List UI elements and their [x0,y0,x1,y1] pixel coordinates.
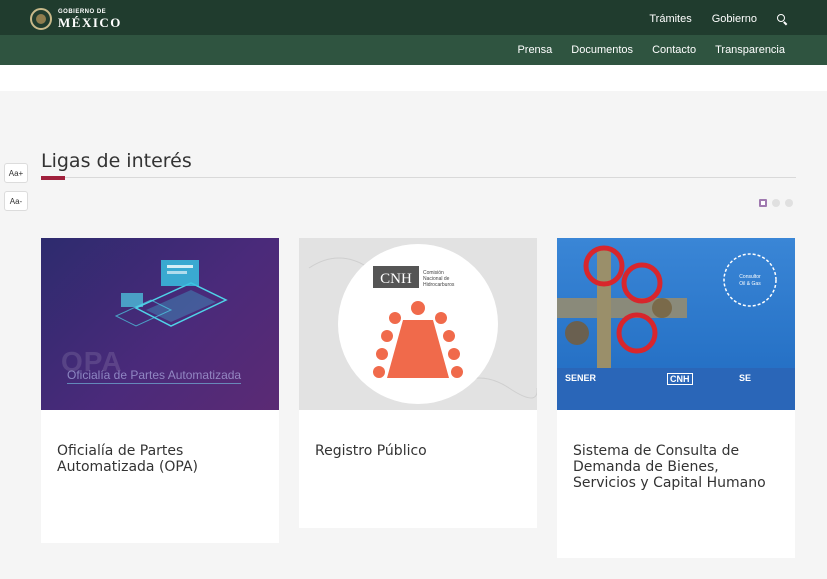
title-divider [41,177,796,178]
section-title: Ligas de interés [41,150,192,172]
sub-nav: Prensa Documentos Contacto Transparencia [517,44,785,56]
carousel-dot-2[interactable] [772,199,780,207]
seal-icon [30,8,52,30]
card-sistema-consulta[interactable]: Consultor Oil & Gas SENER CNH SE Sistema… [557,238,795,558]
consultor-badge-text-2: Oil & Gas [739,281,761,287]
nav-link-contacto[interactable]: Contacto [652,44,696,56]
font-increase-button[interactable]: Aa+ [4,163,28,183]
card-image-opa: OPA Oficialía de Partes Automatizada [41,238,279,410]
card-title-sistema-consulta[interactable]: Sistema de Consulta de Demanda de Bienes… [573,443,779,491]
nav-link-tramites[interactable]: Trámites [649,13,691,25]
card-opa[interactable]: OPA Oficialía de Partes Automatizada Ofi… [41,238,279,543]
search-icon[interactable] [777,14,787,24]
logo-big-text: MÉXICO [58,15,122,30]
card-image-cnh: CNH Comisión Nacional de Hidrocarburos [299,238,537,410]
carousel-dot-3[interactable] [785,199,793,207]
consultor-badge-text: Consultor [739,274,761,280]
opa-image-caption: Oficialía de Partes Automatizada [67,368,242,384]
card-image-sener: Consultor Oil & Gas SENER CNH SE [557,238,795,410]
nav-link-gobierno[interactable]: Gobierno [712,13,757,25]
carousel-dot-1[interactable] [759,199,767,207]
computer-illustration-icon [114,260,228,327]
se-logo-text: SE [739,373,752,383]
nav-link-documentos[interactable]: Documentos [571,44,633,56]
nav-link-transparencia[interactable]: Transparencia [715,44,785,56]
top-nav: Trámites Gobierno [649,13,787,25]
title-accent-bar [41,176,65,180]
cnh-caption-3: Hidrocarburos [423,282,455,288]
card-title-registro-publico[interactable]: Registro Público [315,443,521,459]
sener-logo-text: SENER [565,373,597,383]
gobierno-logo[interactable]: GOBIERNO DE MÉXICO [30,8,122,30]
cnh-meeting-illustration-icon: CNH Comisión Nacional de Hidrocarburos [308,244,537,404]
logo-text: GOBIERNO DE MÉXICO [58,9,122,29]
card-title-opa[interactable]: Oficialía de Partes Automatizada (OPA) [57,443,263,475]
cnh-logo-text: CNH [380,271,412,287]
cnh-small-logo-text: CNH [667,373,693,385]
font-decrease-button[interactable]: Aa- [4,191,28,211]
card-registro-publico[interactable]: CNH Comisión Nacional de Hidrocarburos R… [299,238,537,528]
carousel-dots [759,199,793,207]
nav-link-prensa[interactable]: Prensa [517,44,552,56]
